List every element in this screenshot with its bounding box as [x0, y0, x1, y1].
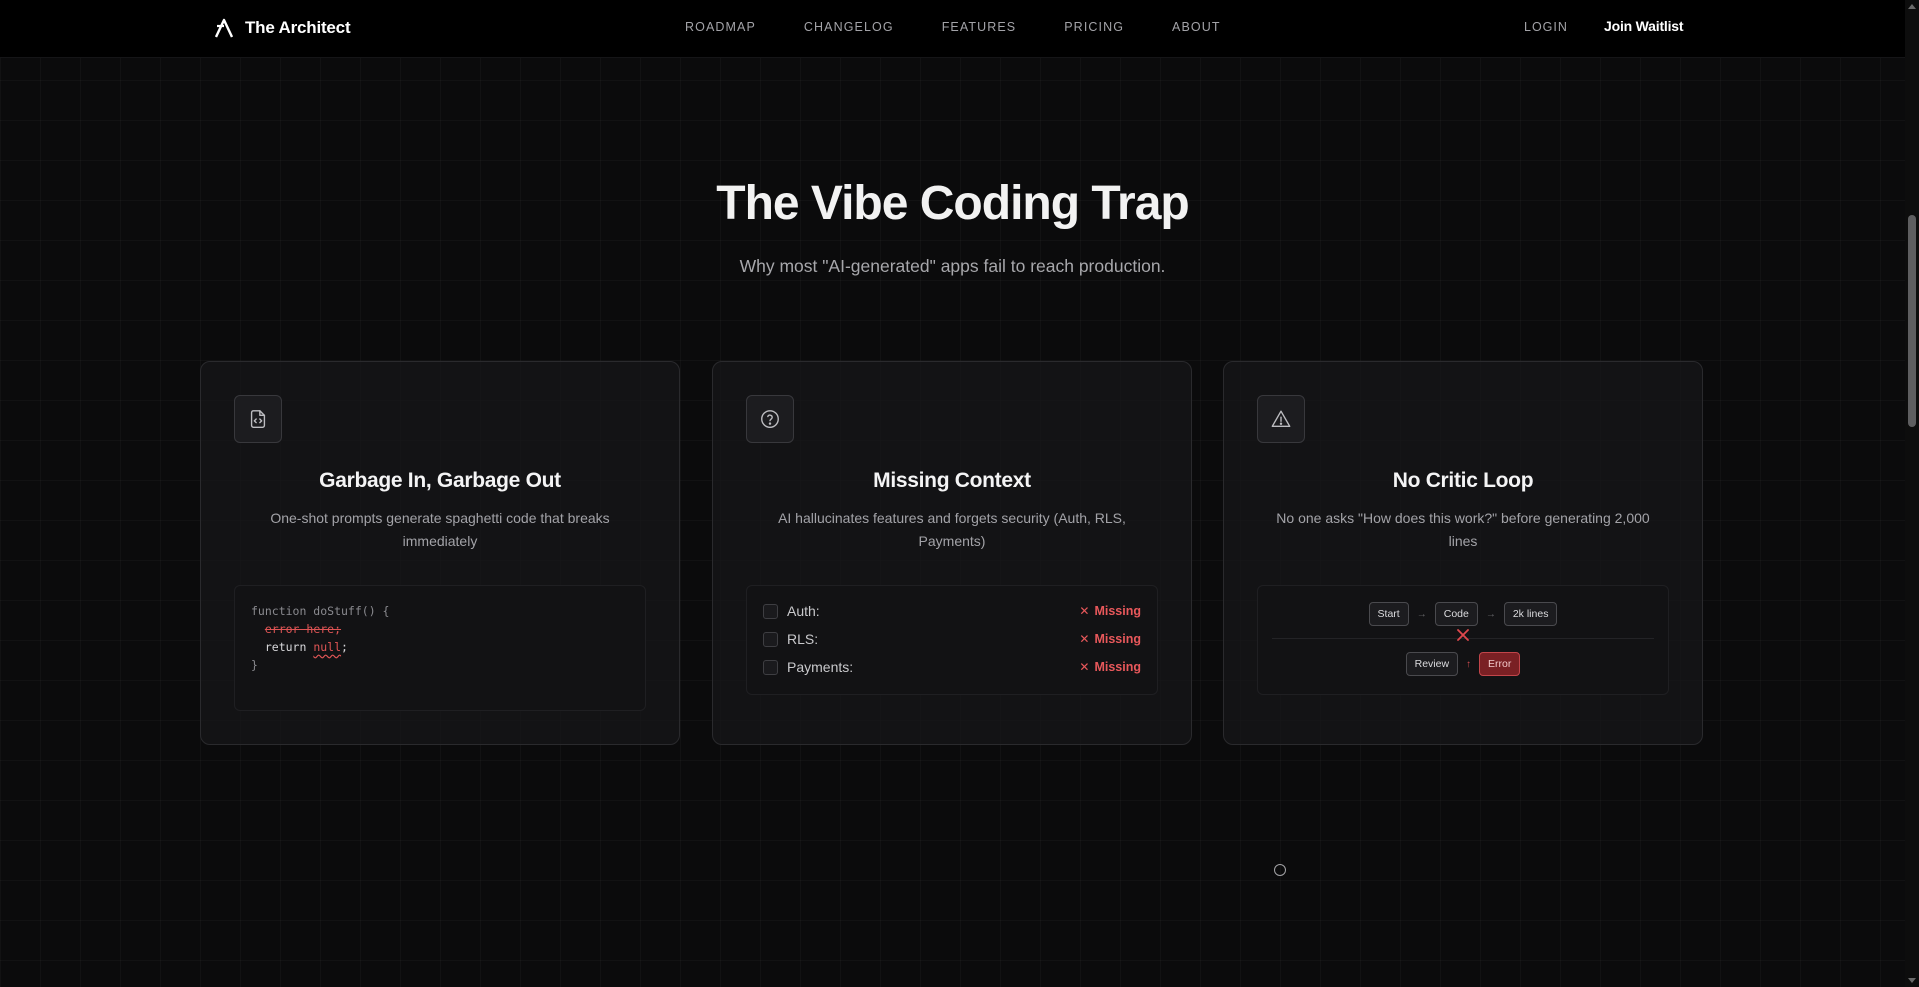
flow-row-forward: Start → Code → 2k lines	[1258, 602, 1668, 626]
code-snippet-panel: function doStuff() { error here; return …	[234, 585, 646, 711]
code-null-token: null	[313, 640, 342, 654]
card-missing-context: Missing Context AI hallucinates features…	[712, 361, 1192, 745]
code-line: }	[251, 658, 258, 672]
brand-name: The Architect	[245, 18, 351, 37]
code-snippet: function doStuff() { error here; return …	[251, 602, 389, 674]
flow-node-review: Review	[1405, 652, 1459, 676]
card-icon-box	[1257, 395, 1305, 443]
section-subtitle: Why most "AI-generated" apps fail to rea…	[739, 256, 1166, 276]
x-mark-icon: ✕	[1079, 660, 1090, 674]
security-checklist-panel: Auth: ✕ Missing RLS: ✕ Missing Payments: ✕…	[746, 585, 1158, 695]
checklist-row-auth: Auth: ✕ Missing	[763, 601, 1141, 621]
card-title: No Critic Loop	[1392, 469, 1534, 492]
nav-link-pricing[interactable]: PRICING	[1064, 20, 1124, 34]
brand[interactable]: The Architect	[215, 16, 351, 40]
arrow-up-icon: ↑	[1466, 658, 1472, 670]
code-error-line: error here;	[264, 622, 342, 636]
flow-node-error: Error	[1479, 652, 1521, 676]
card-title: Garbage In, Garbage Out	[319, 469, 561, 492]
code-line: function doStuff() {	[251, 604, 390, 618]
x-mark-icon: ✕	[1079, 632, 1090, 646]
nav-link-about[interactable]: ABOUT	[1172, 20, 1221, 34]
page-scrollbar[interactable]	[1905, 0, 1919, 987]
card-garbage-in: Garbage In, Garbage Out One-shot prompts…	[200, 361, 680, 745]
status-missing: ✕ Missing	[1079, 604, 1141, 618]
checklist-label: Auth:	[787, 603, 820, 619]
card-icon-box	[234, 395, 282, 443]
scrollbar-thumb[interactable]	[1908, 215, 1916, 427]
card-description: AI hallucinates features and forgets sec…	[778, 510, 1126, 549]
scroll-up-arrow-icon[interactable]	[1908, 4, 1916, 9]
code-line: return null;	[251, 638, 389, 656]
question-circle-icon	[761, 410, 779, 428]
scroll-down-arrow-icon[interactable]	[1908, 978, 1916, 983]
flow-row-review: Review ↑ Error	[1258, 652, 1668, 676]
checkbox[interactable]	[763, 659, 778, 675]
checklist-row-rls: RLS: ✕ Missing	[763, 629, 1141, 649]
login-link[interactable]: LOGIN	[1524, 20, 1568, 34]
checklist-row-payments: Payments: ✕ Missing	[763, 657, 1141, 677]
checklist-label: RLS:	[787, 631, 819, 647]
flow-node-code: Code	[1434, 602, 1478, 626]
status-text: Missing	[1094, 632, 1141, 646]
x-mark-icon: ✕	[1079, 604, 1090, 618]
broken-loop-x-icon	[1457, 629, 1469, 641]
nav-link-changelog[interactable]: CHANGELOG	[804, 20, 894, 34]
flow-node-2k-lines: 2k lines	[1503, 602, 1558, 626]
status-text: Missing	[1094, 660, 1141, 674]
arrow-right-icon: →	[1416, 608, 1427, 620]
card-description: No one asks "How does this work?" before…	[1276, 510, 1650, 549]
card-title: Missing Context	[873, 469, 1031, 492]
card-no-critic-loop: No Critic Loop No one asks "How does thi…	[1223, 361, 1703, 745]
status-missing: ✕ Missing	[1079, 660, 1141, 674]
nav-link-features[interactable]: FEATURES	[942, 20, 1017, 34]
section-title: The Vibe Coding Trap	[716, 177, 1190, 230]
nav-link-roadmap[interactable]: ROADMAP	[685, 20, 756, 34]
warning-triangle-icon	[1271, 410, 1291, 428]
card-icon-box	[746, 395, 794, 443]
architect-logo-icon	[215, 18, 233, 38]
join-waitlist-button[interactable]: Join Waitlist	[1604, 18, 1684, 34]
scroll-indicator-icon	[1274, 864, 1286, 876]
main-nav: ROADMAP CHANGELOG FEATURES PRICING ABOUT	[685, 20, 1221, 34]
checkbox[interactable]	[763, 603, 778, 619]
arrow-right-icon: →	[1485, 608, 1496, 620]
top-navbar: The Architect ROADMAP CHANGELOG FEATURES…	[0, 0, 1905, 58]
code-return-keyword: return	[264, 640, 314, 654]
flow-node-start: Start	[1368, 602, 1409, 626]
status-missing: ✕ Missing	[1079, 632, 1141, 646]
checklist-label: Payments:	[787, 659, 854, 675]
flow-diagram-panel: Start → Code → 2k lines Review ↑ Error	[1257, 585, 1669, 695]
checkbox[interactable]	[763, 631, 778, 647]
status-text: Missing	[1094, 604, 1141, 618]
file-code-icon	[250, 410, 266, 428]
card-description: One-shot prompts generate spaghetti code…	[270, 510, 610, 549]
code-line: error here;	[251, 620, 389, 638]
code-semicolon: ;	[341, 640, 348, 654]
